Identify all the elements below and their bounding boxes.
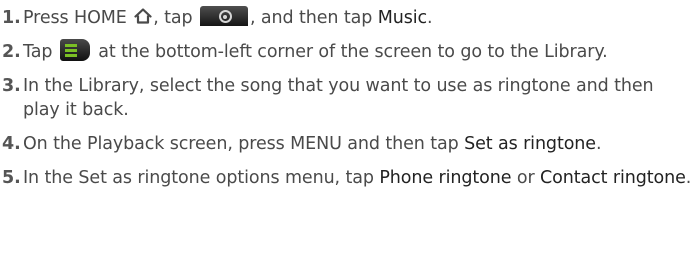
step-text: Press HOME , tap , and then tap Music. [23,6,433,28]
step-2: 2. Tap at the bottom-left corner of the … [0,39,694,64]
step-text-part: . [595,134,602,154]
step-text-part: at the bottom-left corner of the screen … [92,42,608,62]
step-text-part: On the Playback screen, press MENU and t… [23,134,465,154]
step-4: 4. On the Playback screen, press MENU an… [0,132,694,156]
step-text-part: , and then tap [249,8,378,28]
step-text-part: Press HOME [23,8,133,28]
contact-ringtone-label: Contact ringtone [540,168,686,188]
all-apps-icon [199,6,248,26]
step-number: 1. [2,8,21,28]
set-as-ringtone-label: Set as ringtone [464,134,596,154]
step-text: On the Playback screen, press MENU and t… [23,134,602,154]
step-text: Tap at the bottom-left corner of the scr… [23,39,608,62]
library-icon [59,39,90,61]
instruction-steps: 1. Press HOME , tap , and then tap Music… [0,0,694,190]
step-text-part: In the Set as ringtone options menu, tap [23,168,380,188]
step-1: 1. Press HOME , tap , and then tap Music… [0,6,694,30]
music-label: Music [377,8,428,28]
home-icon [134,8,152,24]
library-icon-bar [64,44,77,47]
step-3: 3. In the Library, select the song that … [0,74,694,122]
step-text: In the Library, select the song that you… [23,76,654,120]
step-number: 4. [2,134,21,154]
step-text: In the Set as ringtone options menu, tap… [23,168,691,188]
step-text-part: . [685,168,692,188]
library-icon-bar [64,49,77,52]
phone-ringtone-label: Phone ringtone [379,168,512,188]
step-text-part: , tap [153,8,198,28]
step-text-part: . [427,8,433,28]
step-text-part: Tap [23,42,58,62]
step-number: 2. [2,42,21,62]
step-number: 5. [2,168,21,188]
all-apps-icon-dot [218,10,232,23]
step-number: 3. [2,76,21,96]
step-text-part: or [511,168,541,188]
library-icon-bar [64,54,77,57]
step-5: 5. In the Set as ringtone options menu, … [0,166,694,190]
